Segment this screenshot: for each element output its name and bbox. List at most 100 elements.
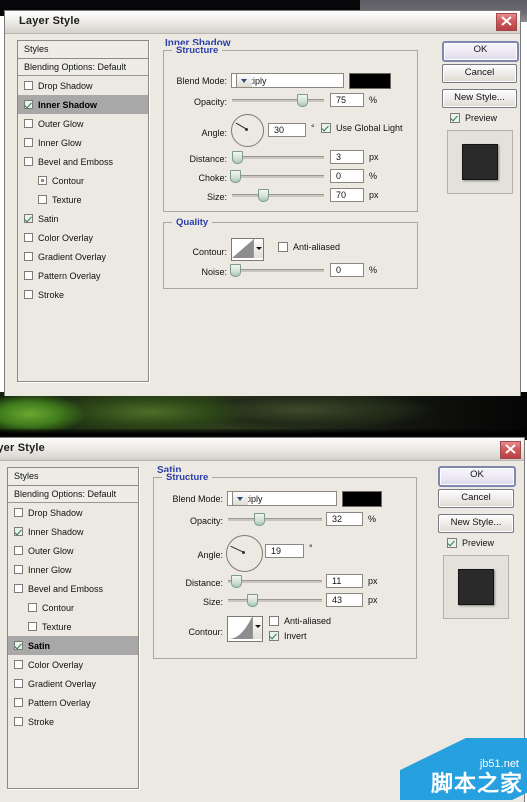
angle-dial-bottom[interactable] xyxy=(226,535,263,572)
slider-knob[interactable] xyxy=(258,189,269,202)
distance-input-top[interactable]: 3 xyxy=(330,150,364,164)
choke-input-top[interactable]: 0 xyxy=(330,169,364,183)
checkbox-glyph[interactable] xyxy=(278,242,288,252)
ok-button-top[interactable]: OK xyxy=(442,41,519,62)
angle-input-top[interactable]: 30 xyxy=(268,123,306,137)
effect-row-pattern-overlay[interactable]: Pattern Overlay xyxy=(18,266,148,285)
checkbox-glyph[interactable] xyxy=(450,113,460,123)
opacity-slider-bottom[interactable] xyxy=(228,513,322,526)
checkbox-inner-shadow[interactable] xyxy=(24,100,33,109)
slider-knob[interactable] xyxy=(230,264,241,277)
effect-row-satin[interactable]: Satin xyxy=(18,209,148,228)
distance-slider-top[interactable] xyxy=(232,151,324,164)
effect-row-inner-glow[interactable]: Inner Glow xyxy=(18,133,148,152)
effect-row-inner-shadow[interactable]: Inner Shadow xyxy=(18,95,148,114)
titlebar-top[interactable]: Layer Style xyxy=(5,11,520,34)
checkbox-satin[interactable] xyxy=(24,214,33,223)
noise-slider-top[interactable] xyxy=(230,264,324,277)
checkbox-outer-glow[interactable] xyxy=(14,546,23,555)
anti-aliased-checkbox-bottom[interactable]: Anti-aliased xyxy=(269,616,331,626)
opacity-input-top[interactable]: 75 xyxy=(330,93,364,107)
checkbox-pattern-overlay[interactable] xyxy=(24,271,33,280)
checkbox-satin[interactable] xyxy=(14,641,23,650)
checkbox-outer-glow[interactable] xyxy=(24,119,33,128)
chevron-down-icon[interactable] xyxy=(236,74,252,87)
effect-row-drop-shadow[interactable]: Drop Shadow xyxy=(18,76,148,95)
distance-slider-bottom[interactable] xyxy=(228,575,322,588)
blend-mode-select-bottom[interactable]: Multiply xyxy=(227,491,337,506)
close-icon[interactable] xyxy=(500,441,521,459)
opacity-input-bottom[interactable]: 32 xyxy=(326,512,363,526)
checkbox-glyph[interactable] xyxy=(269,616,279,626)
ok-button-bottom[interactable]: OK xyxy=(438,466,516,487)
checkbox-gradient-overlay[interactable] xyxy=(14,679,23,688)
checkbox-color-overlay[interactable] xyxy=(14,660,23,669)
checkbox-glyph[interactable] xyxy=(321,123,331,133)
effect-row-contour[interactable]: Contour xyxy=(8,598,138,617)
effect-row-satin[interactable]: Satin xyxy=(8,636,138,655)
size-slider-top[interactable] xyxy=(232,189,324,202)
size-input-top[interactable]: 70 xyxy=(330,188,364,202)
noise-input-top[interactable]: 0 xyxy=(330,263,364,277)
cancel-button-bottom[interactable]: Cancel xyxy=(438,489,514,508)
checkbox-glyph[interactable] xyxy=(269,631,279,641)
chevron-down-icon[interactable] xyxy=(252,617,262,639)
slider-knob[interactable] xyxy=(247,594,258,607)
effect-row-bevel-and-emboss[interactable]: Bevel and Emboss xyxy=(18,152,148,171)
checkbox-gradient-overlay[interactable] xyxy=(24,252,33,261)
cancel-button-top[interactable]: Cancel xyxy=(442,64,517,83)
opacity-slider-top[interactable] xyxy=(232,94,324,107)
slider-knob[interactable] xyxy=(231,575,242,588)
slider-knob[interactable] xyxy=(230,170,241,183)
distance-input-bottom[interactable]: 11 xyxy=(326,574,363,588)
effect-row-texture[interactable]: Texture xyxy=(8,617,138,636)
effect-row-color-overlay[interactable]: Color Overlay xyxy=(18,228,148,247)
preview-checkbox-top[interactable]: Preview xyxy=(450,113,497,123)
effect-row-outer-glow[interactable]: Outer Glow xyxy=(8,541,138,560)
effect-row-inner-shadow[interactable]: Inner Shadow xyxy=(8,522,138,541)
size-slider-bottom[interactable] xyxy=(228,594,322,607)
checkbox-glyph[interactable] xyxy=(447,538,457,548)
chevron-down-icon[interactable] xyxy=(253,239,263,258)
chevron-down-icon[interactable] xyxy=(232,492,248,505)
checkbox-stroke[interactable] xyxy=(14,717,23,726)
size-input-bottom[interactable]: 43 xyxy=(326,593,363,607)
effect-row-inner-glow[interactable]: Inner Glow xyxy=(8,560,138,579)
effect-row-texture[interactable]: Texture xyxy=(18,190,148,209)
effect-row-drop-shadow[interactable]: Drop Shadow xyxy=(8,503,138,522)
effect-row-pattern-overlay[interactable]: Pattern Overlay xyxy=(8,693,138,712)
checkbox-inner-glow[interactable] xyxy=(14,565,23,574)
effect-row-contour[interactable]: Contour xyxy=(18,171,148,190)
slider-knob[interactable] xyxy=(254,513,265,526)
checkbox-inner-glow[interactable] xyxy=(24,138,33,147)
checkbox-color-overlay[interactable] xyxy=(24,233,33,242)
checkbox-bevel-and-emboss[interactable] xyxy=(24,157,33,166)
angle-dial-top[interactable] xyxy=(231,114,264,147)
checkbox-drop-shadow[interactable] xyxy=(24,81,33,90)
effect-row-gradient-overlay[interactable]: Gradient Overlay xyxy=(8,674,138,693)
close-icon[interactable] xyxy=(496,13,517,31)
blending-options-row[interactable]: Blending Options: Default xyxy=(8,486,138,503)
titlebar-bottom[interactable]: ayer Style xyxy=(0,438,524,461)
use-global-light-checkbox-top[interactable]: Use Global Light xyxy=(321,123,403,133)
checkbox-contour[interactable] xyxy=(38,176,47,185)
checkbox-inner-shadow[interactable] xyxy=(14,527,23,536)
checkbox-contour[interactable] xyxy=(28,603,37,612)
angle-input-bottom[interactable]: 19 xyxy=(265,544,304,558)
checkbox-drop-shadow[interactable] xyxy=(14,508,23,517)
effect-row-stroke[interactable]: Stroke xyxy=(18,285,148,304)
new-style-button-top[interactable]: New Style... xyxy=(442,89,517,108)
checkbox-texture[interactable] xyxy=(38,195,47,204)
checkbox-texture[interactable] xyxy=(28,622,37,631)
effect-row-outer-glow[interactable]: Outer Glow xyxy=(18,114,148,133)
checkbox-pattern-overlay[interactable] xyxy=(14,698,23,707)
checkbox-bevel-and-emboss[interactable] xyxy=(14,584,23,593)
contour-preview-top[interactable] xyxy=(231,238,264,261)
blending-options-row[interactable]: Blending Options: Default xyxy=(18,59,148,76)
invert-checkbox-bottom[interactable]: Invert xyxy=(269,631,307,641)
effect-row-stroke[interactable]: Stroke xyxy=(8,712,138,731)
effect-row-color-overlay[interactable]: Color Overlay xyxy=(8,655,138,674)
effect-row-gradient-overlay[interactable]: Gradient Overlay xyxy=(18,247,148,266)
effect-row-bevel-and-emboss[interactable]: Bevel and Emboss xyxy=(8,579,138,598)
slider-knob[interactable] xyxy=(232,151,243,164)
